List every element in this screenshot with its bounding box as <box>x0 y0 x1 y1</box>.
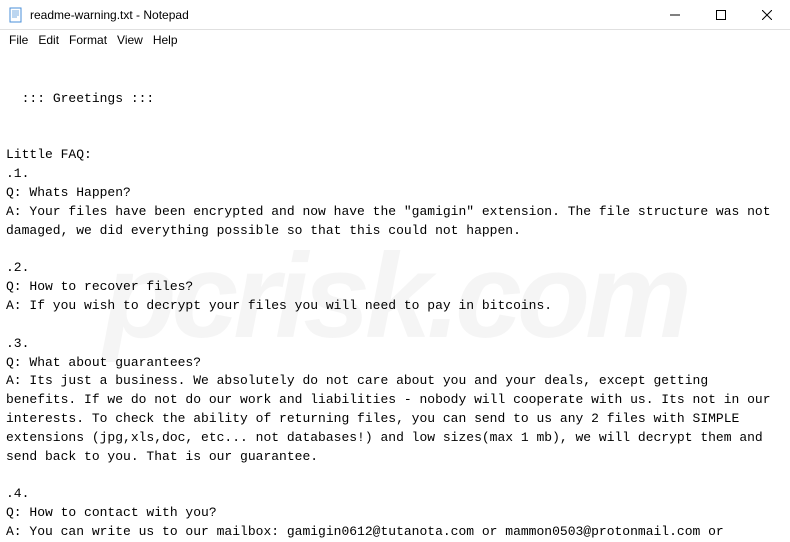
close-button[interactable] <box>744 0 790 30</box>
menubar: File Edit Format View Help <box>0 30 790 50</box>
titlebar: readme-warning.txt - Notepad <box>0 0 790 30</box>
menu-help[interactable]: Help <box>148 33 183 47</box>
text-area[interactable]: pcrisk.com ::: Greetings ::: Little FAQ:… <box>0 50 790 542</box>
menu-file[interactable]: File <box>4 33 33 47</box>
window-controls <box>652 0 790 29</box>
minimize-button[interactable] <box>652 0 698 30</box>
menu-edit[interactable]: Edit <box>33 33 64 47</box>
document-text: ::: Greetings ::: Little FAQ: .1. Q: Wha… <box>6 91 786 542</box>
menu-format[interactable]: Format <box>64 33 112 47</box>
notepad-icon <box>8 7 24 23</box>
window-title: readme-warning.txt - Notepad <box>30 8 652 22</box>
maximize-button[interactable] <box>698 0 744 30</box>
menu-view[interactable]: View <box>112 33 148 47</box>
